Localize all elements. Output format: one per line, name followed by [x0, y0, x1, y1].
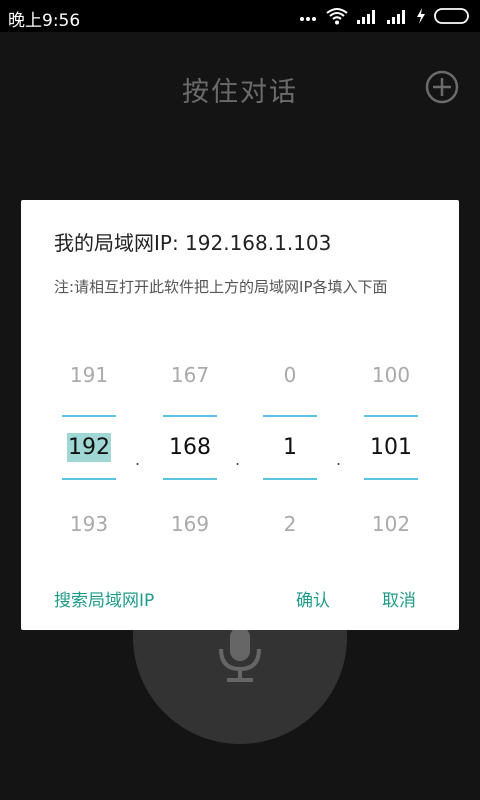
add-button[interactable] — [425, 70, 459, 104]
picker-next-value[interactable]: 102 — [354, 512, 428, 536]
add-circle-icon — [425, 70, 459, 104]
ip-picker-2[interactable]: 167 168 169 — [163, 355, 217, 536]
dialog-title: 我的局域网IP: 192.168.1.103 — [54, 231, 332, 255]
signal-icon — [357, 10, 375, 24]
page-title: 按住对话 — [182, 77, 298, 108]
microphone-icon — [219, 627, 261, 682]
ip-picker-1[interactable]: 191 192 193 — [62, 355, 116, 536]
status-icons — [298, 6, 472, 26]
status-bar: 晚上9:56 — [0, 0, 480, 32]
picker-next-value[interactable]: 2 — [253, 512, 327, 536]
ip-picker-3[interactable]: 0 1 2 — [263, 355, 317, 536]
ip-separator: . — [235, 450, 241, 469]
search-lan-ip-button[interactable]: 搜索局域网IP — [54, 586, 154, 611]
picker-divider — [364, 478, 418, 480]
picker-current-value[interactable]: 192 — [52, 433, 126, 462]
picker-prev-value[interactable]: 167 — [153, 363, 227, 387]
more-dots-icon — [300, 17, 316, 21]
picker-prev-value[interactable]: 0 — [253, 363, 327, 387]
picker-next-value[interactable]: 193 — [52, 512, 126, 536]
picker-divider — [163, 478, 217, 480]
cancel-button[interactable]: 取消 — [382, 586, 416, 611]
picker-divider — [62, 478, 116, 480]
ip-separator: . — [336, 450, 342, 469]
status-time: 晚上9:56 — [8, 11, 81, 31]
picker-divider — [62, 415, 116, 417]
wifi-icon — [326, 8, 348, 25]
ip-dialog: 我的局域网IP: 192.168.1.103 注:请相互打开此软件把上方的局域网… — [21, 200, 459, 630]
ip-separator: . — [135, 450, 141, 469]
picker-divider — [364, 415, 418, 417]
dialog-note: 注:请相互打开此软件把上方的局域网IP各填入下面 — [54, 278, 388, 296]
picker-prev-value[interactable]: 100 — [354, 363, 428, 387]
confirm-button[interactable]: 确认 — [296, 586, 330, 611]
picker-next-value[interactable]: 169 — [153, 512, 227, 536]
ip-picker-4[interactable]: 100 101 102 — [364, 355, 418, 536]
picker-current-value[interactable]: 168 — [153, 435, 227, 460]
picker-current-value[interactable]: 101 — [354, 435, 428, 460]
picker-divider — [163, 415, 217, 417]
signal-icon — [387, 10, 405, 24]
battery-icon — [434, 8, 469, 24]
picker-divider — [263, 415, 317, 417]
picker-current-value[interactable]: 1 — [253, 435, 327, 460]
charging-icon — [417, 8, 425, 24]
picker-prev-value[interactable]: 191 — [52, 363, 126, 387]
picker-divider — [263, 478, 317, 480]
